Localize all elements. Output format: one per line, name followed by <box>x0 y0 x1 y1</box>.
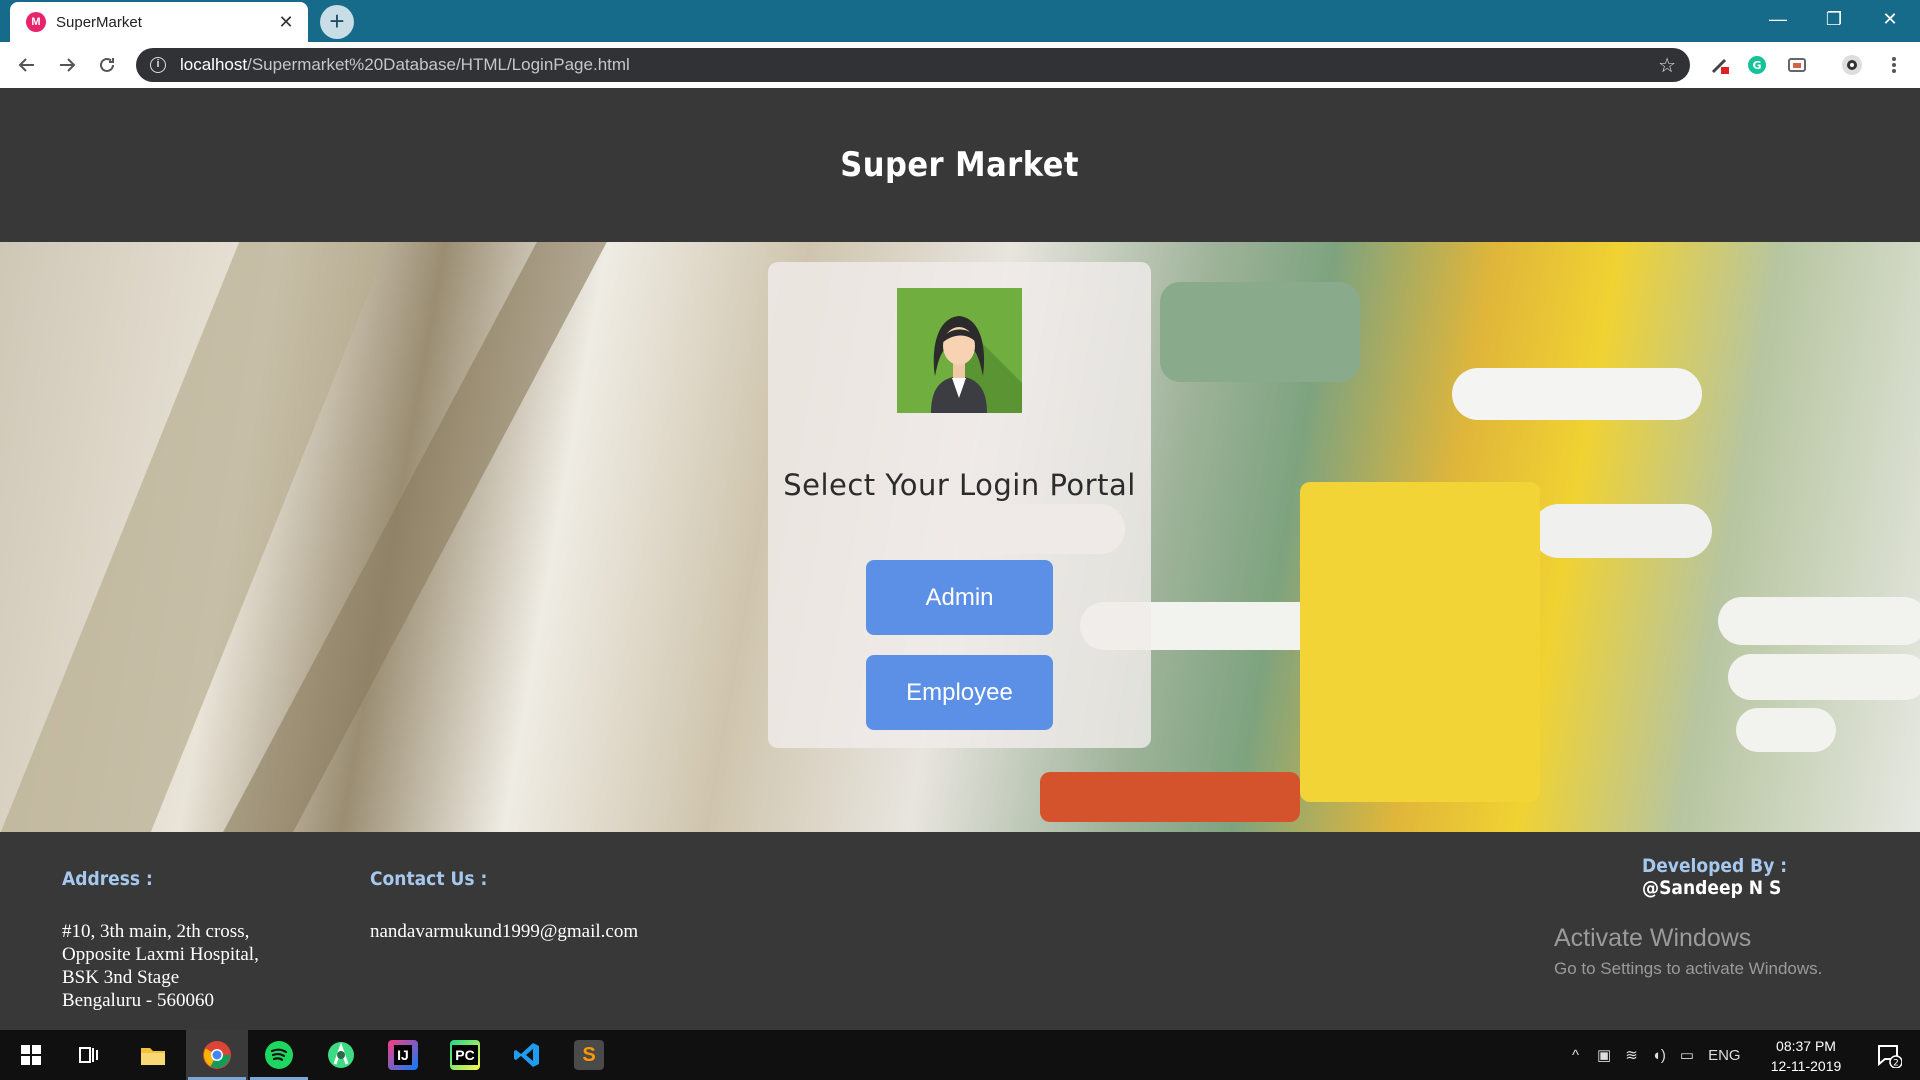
site-footer: Address : #10, 3th main, 2th cross, Oppo… <box>0 832 1920 1030</box>
background-blur-shape <box>1736 708 1836 752</box>
svg-text:G: G <box>1752 59 1761 72</box>
background-blur-shape <box>1532 504 1712 558</box>
bookmark-star-icon[interactable]: ☆ <box>1658 53 1676 78</box>
portal-title: Select Your Login Portal <box>783 468 1136 502</box>
restore-button[interactable]: ❐ <box>1806 0 1862 38</box>
browser-tab-supermarket[interactable]: M SuperMarket ✕ <box>10 2 308 42</box>
minimize-button[interactable]: — <box>1750 0 1806 38</box>
new-tab-button[interactable]: + <box>320 5 354 39</box>
windows-taskbar: IJ PC S ^ ▣ ≋ ◖) ▭ ENG 08:37 PM 12-11-20… <box>0 1030 1920 1080</box>
activate-windows-watermark: Activate Windows Go to Settings to activ… <box>1554 924 1822 979</box>
pycharm-glyph: PC <box>450 1040 480 1070</box>
show-hidden-icons-icon[interactable]: ^ <box>1572 1047 1579 1064</box>
login-portal-card: Select Your Login Portal Admin Employee <box>768 262 1151 748</box>
reload-icon[interactable] <box>92 50 122 80</box>
background-blur-shape <box>1300 482 1540 802</box>
user-avatar-icon <box>897 288 1022 413</box>
url-host: localhost <box>180 55 248 74</box>
cast-icon[interactable] <box>1785 53 1809 77</box>
intellij-idea-icon[interactable]: IJ <box>372 1030 434 1080</box>
browser-tabstrip: M SuperMarket ✕ + — ❐ ✕ <box>0 0 1920 42</box>
intellij-glyph: IJ <box>388 1040 418 1070</box>
extension-pen-icon[interactable] <box>1708 53 1732 77</box>
background-blur-shape <box>1718 597 1920 645</box>
sublime-glyph: S <box>574 1040 604 1070</box>
sublime-text-icon[interactable]: S <box>558 1030 620 1080</box>
action-center-icon[interactable]: 2 <box>1858 1030 1920 1080</box>
pycharm-icon[interactable]: PC <box>434 1030 496 1080</box>
close-tab-icon[interactable]: ✕ <box>276 12 296 33</box>
employee-button[interactable]: Employee <box>866 655 1053 730</box>
clock-date: 12-11-2019 <box>1770 1058 1842 1074</box>
file-explorer-icon[interactable] <box>122 1030 184 1080</box>
clock-time: 08:37 PM <box>1776 1038 1836 1054</box>
developed-by-text: Developed By : <box>1642 855 1788 877</box>
site-title: Super Market <box>840 145 1080 185</box>
security-icon[interactable]: ▣ <box>1597 1046 1611 1064</box>
tab-title: SuperMarket <box>56 13 142 31</box>
address-line: Opposite Laxmi Hospital, <box>62 944 259 965</box>
address-label: Address : <box>62 868 153 890</box>
browser-toolbar: i localhost/Supermarket%20Database/HTML/… <box>0 42 1920 88</box>
activate-windows-title: Activate Windows <box>1554 924 1752 952</box>
developed-by-label: Developed By : @Sandeep N S <box>1642 855 1892 899</box>
url-text[interactable]: localhost/Supermarket%20Database/HTML/Lo… <box>180 55 1658 75</box>
language-indicator[interactable]: ENG <box>1708 1047 1741 1064</box>
address-bar[interactable]: i localhost/Supermarket%20Database/HTML/… <box>136 48 1690 82</box>
developer-name: @Sandeep N S <box>1642 877 1782 899</box>
forward-arrow-icon[interactable] <box>52 50 82 80</box>
address-line: BSK 3nd Stage <box>62 967 180 988</box>
vscode-icon[interactable] <box>496 1030 558 1080</box>
contact-email: nandavarmukund1999@gmail.com <box>370 921 639 942</box>
back-arrow-icon[interactable] <box>12 50 42 80</box>
taskbar-clock[interactable]: 08:37 PM 12-11-2019 <box>1764 1036 1848 1076</box>
profile-avatar-icon[interactable] <box>1840 53 1864 77</box>
windows-start-icon[interactable] <box>0 1030 62 1080</box>
volume-icon[interactable]: ◖) <box>1652 1047 1666 1064</box>
url-path: /Supermarket%20Database/HTML/LoginPage.h… <box>247 55 630 74</box>
task-view-icon[interactable] <box>58 1030 120 1080</box>
spotify-icon[interactable] <box>248 1030 310 1080</box>
background-blur-shape <box>1040 772 1300 822</box>
address-line: Bengaluru - 560060 <box>62 990 214 1011</box>
background-blur-shape <box>1160 282 1360 382</box>
admin-button[interactable]: Admin <box>866 560 1053 635</box>
grammarly-icon[interactable]: G <box>1745 53 1769 77</box>
close-window-button[interactable]: ✕ <box>1862 0 1918 38</box>
site-info-icon[interactable]: i <box>150 57 166 73</box>
activate-windows-subtitle: Go to Settings to activate Windows. <box>1554 959 1823 978</box>
battery-icon[interactable]: ▭ <box>1680 1046 1694 1064</box>
address-block: #10, 3th main, 2th cross, Opposite Laxmi… <box>62 920 259 1012</box>
contact-label: Contact Us : <box>370 868 488 890</box>
supermarket-favicon-icon: M <box>26 12 46 32</box>
android-studio-icon[interactable] <box>310 1030 372 1080</box>
wifi-icon[interactable]: ≋ <box>1625 1046 1638 1064</box>
chrome-icon[interactable] <box>186 1030 248 1080</box>
browser-menu-icon[interactable] <box>1882 53 1906 77</box>
notification-count: 2 <box>1893 1059 1899 1069</box>
address-line: #10, 3th main, 2th cross, <box>62 921 250 942</box>
site-header: Super Market <box>0 88 1920 242</box>
background-blur-shape <box>1452 368 1702 420</box>
background-blur-shape <box>1728 654 1920 700</box>
